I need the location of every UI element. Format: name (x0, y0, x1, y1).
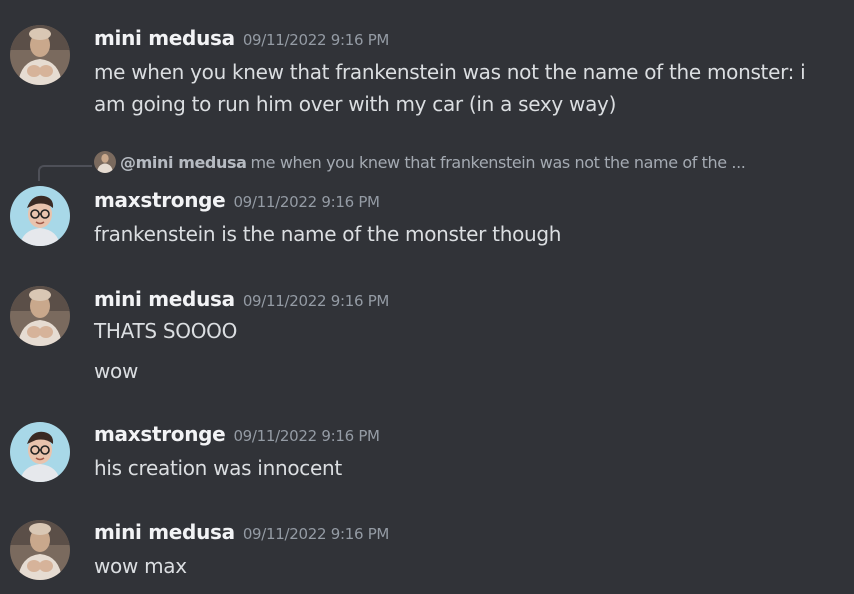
chat-message-list: mini medusa 09/11/2022 9:16 PM me when yo… (0, 0, 854, 594)
message-text: THATS SOOOO wow (94, 315, 834, 387)
username[interactable]: mini medusa (94, 26, 235, 50)
username[interactable]: maxstronge (94, 422, 226, 446)
avatar-maxstronge[interactable] (10, 422, 70, 482)
message-line: THATS SOOOO (94, 319, 238, 343)
avatar-photo-icon (10, 520, 70, 580)
timestamp[interactable]: 09/11/2022 9:16 PM (243, 292, 390, 310)
username[interactable]: maxstronge (94, 188, 226, 212)
message-text: wow max (94, 550, 834, 582)
timestamp[interactable]: 09/11/2022 9:16 PM (233, 427, 380, 445)
timestamp[interactable]: 09/11/2022 9:16 PM (243, 525, 390, 543)
avatar-maxstronge[interactable] (10, 186, 70, 246)
message-line: wow max (94, 554, 187, 578)
avatar-mini-medusa[interactable] (10, 25, 70, 85)
avatar-photo-icon (10, 286, 70, 346)
timestamp[interactable]: 09/11/2022 9:16 PM (243, 31, 390, 49)
reply-preview-text[interactable]: me when you knew that frankenstein was n… (251, 153, 746, 172)
avatar-cartoon-icon (10, 186, 70, 246)
reply-preview[interactable]: @mini medusa me when you knew that franke… (94, 151, 746, 173)
avatar-cartoon-icon (10, 422, 70, 482)
avatar-photo-icon (94, 151, 116, 173)
reply-spine (38, 165, 92, 181)
avatar-photo-icon (10, 25, 70, 85)
message-line: frankenstein is the name of the monster … (94, 222, 562, 246)
message-text: his creation was innocent (94, 452, 834, 484)
reply-mention[interactable]: @mini medusa (120, 153, 247, 172)
message-line: am going to run him over with my car (in… (94, 92, 617, 116)
avatar-mini-medusa[interactable] (10, 286, 70, 346)
username[interactable]: mini medusa (94, 287, 235, 311)
reply-avatar (94, 151, 116, 173)
message-text: me when you knew that frankenstein was n… (94, 56, 834, 120)
avatar-mini-medusa[interactable] (10, 520, 70, 580)
username[interactable]: mini medusa (94, 520, 235, 544)
message-line: me when you knew that frankenstein was n… (94, 60, 806, 84)
timestamp[interactable]: 09/11/2022 9:16 PM (233, 193, 380, 211)
message-text: frankenstein is the name of the monster … (94, 218, 834, 250)
message-line: wow (94, 359, 139, 383)
message-line: his creation was innocent (94, 456, 342, 480)
